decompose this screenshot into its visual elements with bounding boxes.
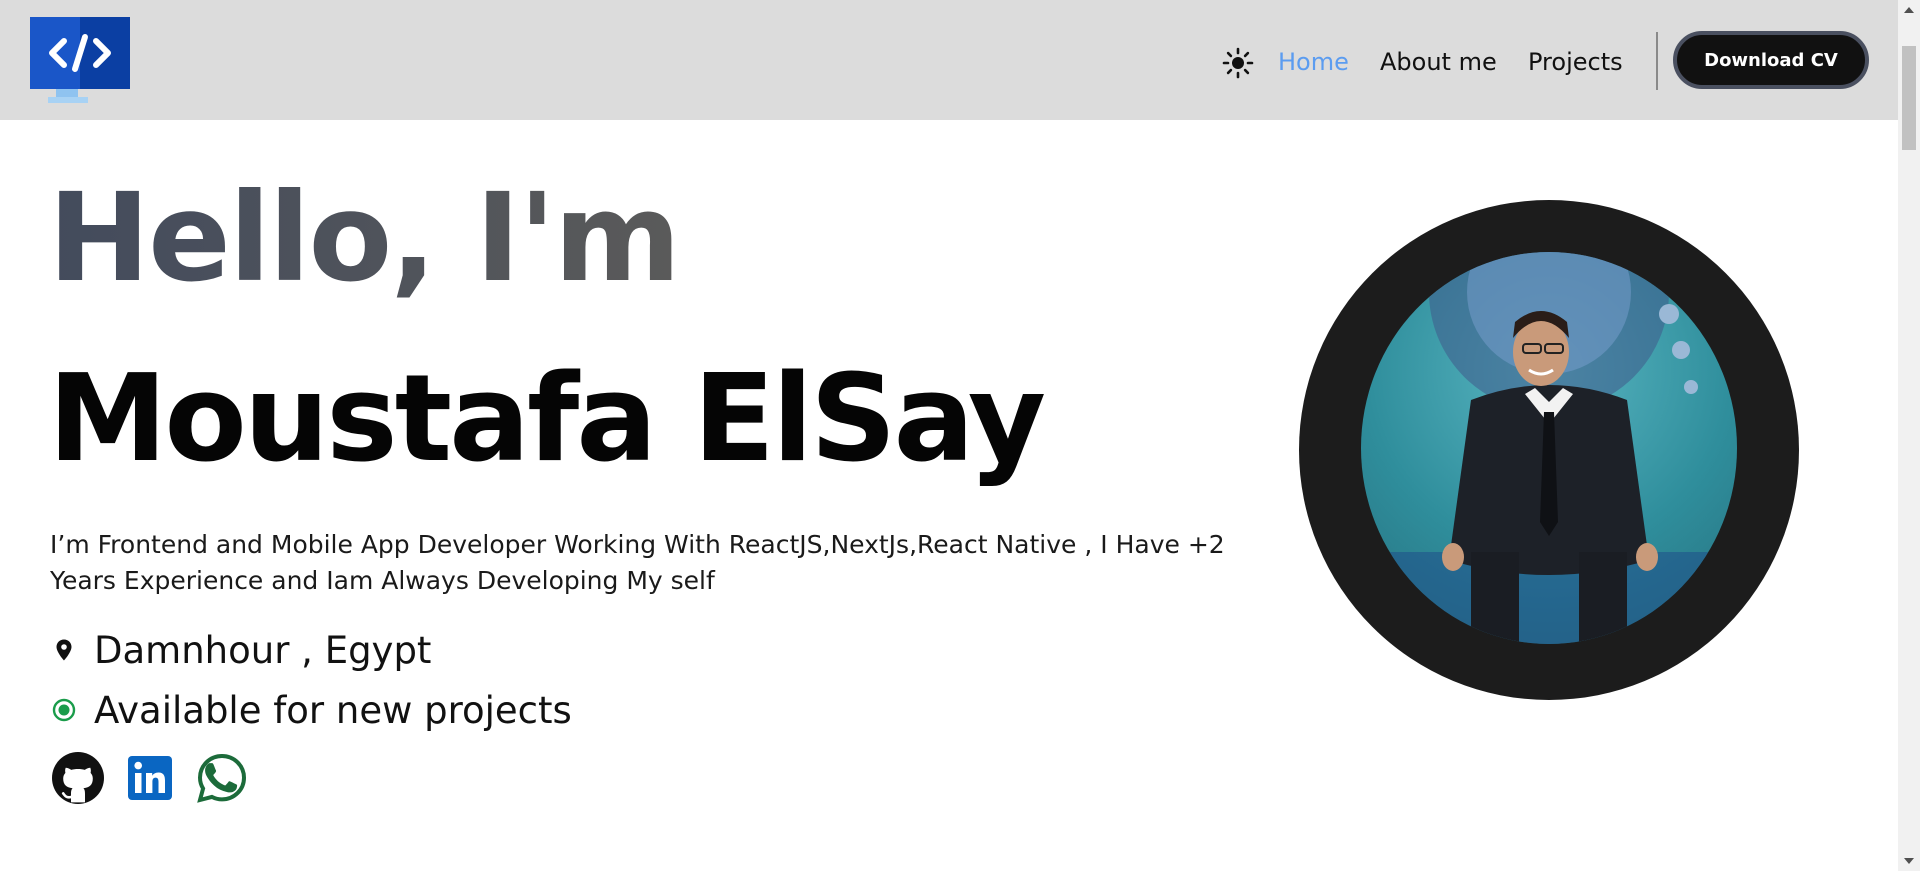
download-cv-button[interactable]: Download CV <box>1673 31 1869 89</box>
nav-projects[interactable]: Projects <box>1528 42 1623 82</box>
scroll-thumb[interactable] <box>1902 46 1916 150</box>
profile-photo-frame <box>1299 200 1799 700</box>
profile-photo-illustration <box>1361 252 1737 644</box>
nav-about-me[interactable]: About me <box>1380 42 1497 82</box>
location-text: Damnhour , Egypt <box>94 628 432 672</box>
page-scrollbar[interactable] <box>1898 0 1920 871</box>
hero-name: Moustafa ElSay <box>48 350 1046 489</box>
availability-row: Available for new projects <box>52 685 572 735</box>
nav-home[interactable]: Home <box>1278 42 1349 82</box>
map-pin-icon <box>56 639 72 661</box>
profile-photo <box>1361 252 1737 644</box>
hero-bio: I’m Frontend and Mobile App Developer Wo… <box>50 530 1225 595</box>
github-icon[interactable] <box>50 750 106 806</box>
hero-greeting: Hello, I'm <box>48 167 681 309</box>
availability-text: Available for new projects <box>94 688 572 732</box>
status-dot-icon <box>52 698 76 722</box>
page: Home About me Projects Download CV Hello… <box>0 0 1898 871</box>
scroll-down-arrow-icon[interactable] <box>1898 853 1920 869</box>
whatsapp-icon[interactable] <box>194 750 250 806</box>
scroll-up-arrow-icon[interactable] <box>1898 2 1920 18</box>
site-header: Home About me Projects Download CV <box>0 0 1898 120</box>
social-links <box>50 750 250 806</box>
location-row: Damnhour , Egypt <box>52 625 431 675</box>
linkedin-icon[interactable] <box>122 750 178 806</box>
sun-icon[interactable] <box>1222 47 1254 79</box>
nav-divider <box>1656 32 1658 90</box>
logo[interactable] <box>30 17 130 105</box>
